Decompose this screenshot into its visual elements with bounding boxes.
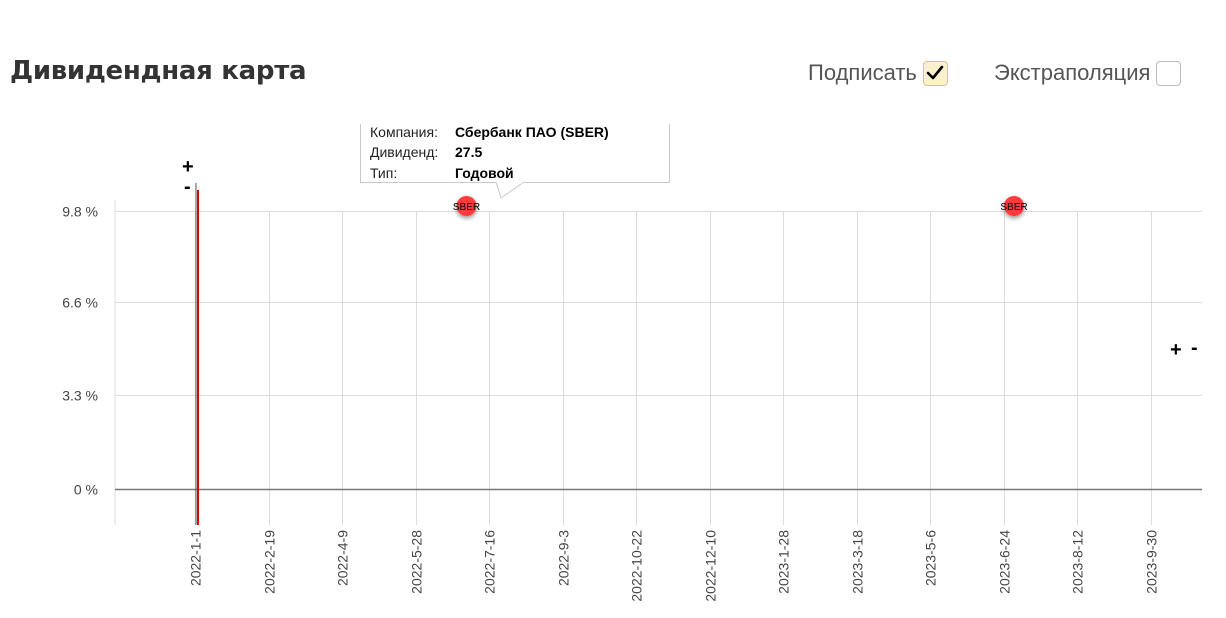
y-tick-label: 0 % bbox=[74, 482, 98, 498]
grid-layer bbox=[114, 200, 1202, 525]
x-zoom-in-button[interactable]: + bbox=[1170, 340, 1182, 360]
x-tick-label: 2022-5-28 bbox=[409, 530, 425, 594]
marker-layer: SBER SBER bbox=[453, 196, 1028, 216]
x-tick-label: 2022-4-9 bbox=[335, 530, 351, 586]
x-tick-label: 2023-5-6 bbox=[923, 530, 939, 586]
x-tick-label: 2022-1-1 bbox=[188, 530, 204, 586]
y-zoom-in-button[interactable]: + bbox=[182, 157, 194, 177]
y-tick-label: 6.6 % bbox=[62, 295, 98, 311]
y-tick-label: 9.8 % bbox=[62, 204, 98, 220]
tooltip-company-value: Сбербанк ПАО (SBER) bbox=[455, 124, 609, 140]
tooltip-company-key: Компания: bbox=[370, 124, 438, 140]
x-tick-label: 2022-2-19 bbox=[262, 530, 278, 594]
x-tick-label: 2023-1-28 bbox=[776, 530, 792, 594]
tooltip-type-row: Тип: Годовой bbox=[370, 165, 514, 181]
tooltip-company-row: Компания: Сбербанк ПАО (SBER) bbox=[370, 124, 609, 140]
y-tick-label: 3.3 % bbox=[62, 388, 98, 404]
x-tick-label: 2022-12-10 bbox=[703, 530, 719, 602]
tooltip-dividend-key: Дивиденд: bbox=[370, 144, 439, 160]
dividend-marker-label: SBER bbox=[1000, 202, 1027, 213]
today-line-layer bbox=[195, 183, 199, 525]
x-zoom-out-button[interactable]: - bbox=[1191, 338, 1198, 358]
x-tick-label: 2023-6-24 bbox=[997, 530, 1013, 594]
tooltip-type-key: Тип: bbox=[370, 165, 398, 181]
tooltip-pointer bbox=[495, 181, 525, 199]
x-tick-label: 2023-3-18 bbox=[850, 530, 866, 594]
tick-label-layer: 2022-1-1 2022-2-19 2022-4-9 2022-5-28 2022-7… bbox=[62, 204, 1159, 602]
dividend-chart: 2022-1-1 2022-2-19 2022-4-9 2022-5-28 2022-7… bbox=[62, 183, 1202, 602]
x-tick-label: 2022-7-16 bbox=[482, 530, 498, 594]
y-zoom-out-button[interactable]: - bbox=[184, 177, 191, 197]
x-tick-label: 2022-10-22 bbox=[629, 530, 645, 602]
dividend-marker-label: SBER bbox=[453, 202, 480, 213]
tooltip-type-value: Годовой bbox=[455, 165, 514, 181]
tooltip-dividend-row: Дивиденд: 27.5 bbox=[370, 144, 482, 160]
point-tooltip: Компания: Сбербанк ПАО (SBER) Дивиденд: 27… bbox=[360, 124, 670, 199]
x-tick-label: 2023-9-30 bbox=[1144, 530, 1160, 594]
tooltip-dividend-value: 27.5 bbox=[455, 144, 483, 160]
x-tick-label: 2023-8-12 bbox=[1070, 530, 1086, 594]
x-tick-label: 2022-9-3 bbox=[556, 530, 572, 586]
